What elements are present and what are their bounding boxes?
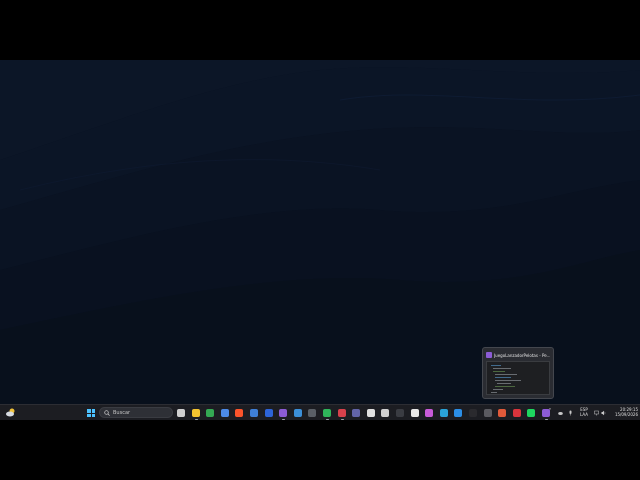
edge-icon[interactable] [440, 409, 448, 417]
letterbox-bottom [0, 420, 640, 480]
taskbar-window-preview[interactable]: JuegoLanzadorPelotas - Pe... [482, 347, 554, 399]
desktop-wallpaper[interactable]: JuegoLanzadorPelotas - Pe... [0, 60, 640, 404]
task-view-icon[interactable] [177, 409, 185, 417]
terminal-icon[interactable] [308, 409, 316, 417]
red-box-icon[interactable] [513, 409, 521, 417]
copilot-icon[interactable] [367, 409, 375, 417]
red-ring-icon[interactable] [338, 409, 346, 417]
vscode-icon[interactable] [454, 409, 462, 417]
system-clock[interactable]: 20:29:15 15/09/2026 [610, 407, 638, 417]
chatgpt-icon[interactable] [411, 409, 419, 417]
preview-thumbnail [486, 361, 550, 395]
weather-widget-icon[interactable] [5, 407, 17, 418]
green-app-icon[interactable] [323, 409, 331, 417]
clock-date: 15/09/2026 [614, 412, 638, 417]
spark-icon[interactable] [498, 409, 506, 417]
brave-icon[interactable] [235, 409, 243, 417]
visual-studio-icon [486, 352, 492, 358]
github-icon[interactable] [381, 409, 389, 417]
network-icon[interactable] [594, 410, 599, 416]
letterbox-top [0, 0, 640, 60]
preview-window-title: JuegoLanzadorPelotas - Pe... [494, 352, 550, 358]
taskbar-search-box[interactable]: Buscar [99, 407, 173, 418]
file-explorer-icon[interactable] [192, 409, 200, 417]
microphone-icon[interactable] [568, 410, 573, 416]
screen: JuegoLanzadorPelotas - Pe... Buscar ˄ ES… [0, 60, 640, 420]
colorful-app-icon[interactable] [425, 409, 433, 417]
onedrive-cloud-icon[interactable] [558, 410, 563, 416]
start-button[interactable] [87, 409, 95, 417]
teams-icon[interactable] [352, 409, 360, 417]
gray-app-icon[interactable] [484, 409, 492, 417]
remote-desktop-icon[interactable] [294, 409, 302, 417]
spotify-icon[interactable] [527, 409, 535, 417]
language-indicator[interactable]: ESP LAA [578, 407, 590, 417]
search-placeholder: Buscar [113, 410, 131, 416]
keyboard-layout: LAA [580, 412, 588, 417]
chrome-icon[interactable] [206, 409, 214, 417]
app-blue-icon[interactable] [265, 409, 273, 417]
show-hidden-icons-chevron-icon[interactable]: ˄ [547, 408, 553, 416]
dark-app-icon[interactable] [396, 409, 404, 417]
shield-app-icon[interactable] [250, 409, 258, 417]
microsoft-store-icon[interactable] [221, 409, 229, 417]
volume-icon[interactable] [601, 410, 606, 416]
taskbar: Buscar ˄ ESP LAA 20:29:15 15/09/2026 [0, 404, 640, 420]
dark-square-icon[interactable] [469, 409, 477, 417]
search-icon [104, 410, 110, 416]
visual-studio-icon[interactable] [279, 409, 287, 417]
